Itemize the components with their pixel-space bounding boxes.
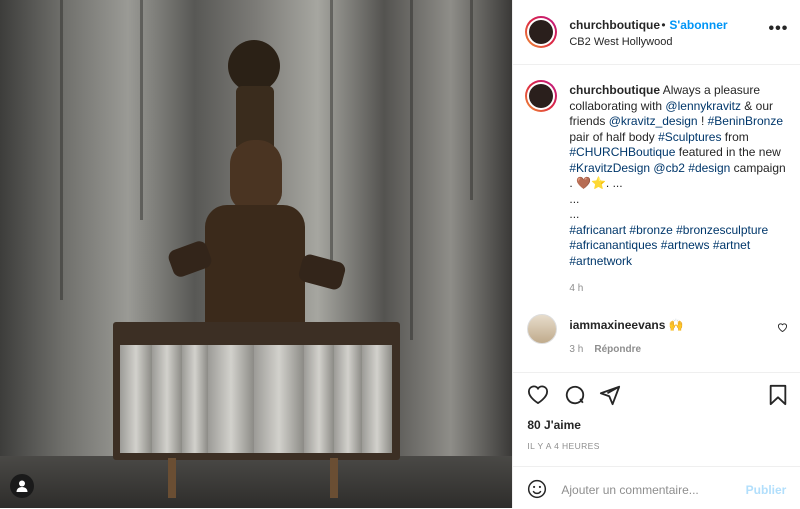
caption-line: churchboutique Always a pleasure xyxy=(569,83,793,99)
cabinet-panel xyxy=(362,345,392,453)
caption-text: from xyxy=(721,129,749,144)
cabinet-panel xyxy=(152,345,182,453)
likes-count[interactable]: 80 J'aime xyxy=(527,418,581,432)
hashtag-link[interactable]: #artnet xyxy=(713,238,750,252)
wall-streak xyxy=(140,0,143,220)
cabinet-panel xyxy=(254,345,304,453)
hashtag-link[interactable]: #artnetwork xyxy=(569,254,632,268)
sculpture-body xyxy=(205,205,305,335)
caption-text: collaborating with xyxy=(569,98,666,113)
comment-icon[interactable] xyxy=(564,384,586,406)
cabinet-panel xyxy=(334,345,362,453)
caption-text: ! xyxy=(697,114,708,128)
caption-text: & our xyxy=(740,98,773,113)
separator-dot: • xyxy=(661,18,666,32)
hashtag-link[interactable]: #KravitzDesign xyxy=(569,161,650,175)
caption-line: #artnetwork xyxy=(569,254,793,270)
sculpture-crown xyxy=(236,86,274,148)
tagged-users-button[interactable] xyxy=(10,474,34,498)
sculpture-face xyxy=(230,140,282,210)
caption-line: pair of half body #Sculptures from xyxy=(569,130,793,146)
caption-line: friends @kravitz_design ! #BeninBronze xyxy=(569,114,793,130)
hashtag-link[interactable]: #artnews xyxy=(661,238,710,252)
cabinet-panel xyxy=(208,345,254,453)
follow-button[interactable]: S'abonner xyxy=(669,18,727,32)
cabinet-leg xyxy=(168,458,176,498)
hashtag-link[interactable]: #CHURCHBoutique xyxy=(569,145,675,159)
post-sidebar: churchboutique • S'abonner CB2 West Holl… xyxy=(512,0,800,508)
reply-button[interactable]: Répondre xyxy=(594,344,641,355)
caption-text: . 🤎⭐. ... xyxy=(569,176,623,190)
floor xyxy=(0,456,513,508)
header-username[interactable]: churchboutique xyxy=(569,18,660,32)
caption-line: #KravitzDesign @cb2 #design campaign xyxy=(569,161,793,177)
comment-heart-icon[interactable] xyxy=(777,322,788,332)
publish-button[interactable]: Publier xyxy=(746,483,787,497)
caption-text: pair of half body xyxy=(569,129,659,144)
wall-streak xyxy=(330,0,333,260)
post-header: churchboutique • S'abonner CB2 West Holl… xyxy=(513,0,800,65)
caption-line: ... xyxy=(569,192,793,208)
profile-avatar[interactable] xyxy=(525,16,558,48)
comment-username[interactable]: iammaxineevans xyxy=(569,318,665,332)
mention-link[interactable]: @cb2 xyxy=(653,161,685,175)
hashtag-link[interactable]: #bronze xyxy=(629,223,672,237)
caption-timestamp[interactable]: 4 h xyxy=(569,283,583,294)
hashtag-link[interactable]: #design xyxy=(688,161,730,175)
caption-line: #CHURCHBoutique featured in the new xyxy=(569,145,793,161)
wall-streak xyxy=(60,0,63,300)
comment-text: 🙌 xyxy=(668,318,684,332)
caption-text: Always a pleasure xyxy=(662,83,761,97)
caption-line: #africanart #bronze #bronzesculpture xyxy=(569,223,793,239)
caption-avatar[interactable] xyxy=(525,80,558,112)
post-image[interactable] xyxy=(0,0,513,508)
commenter-avatar[interactable] xyxy=(527,314,558,344)
comment-input[interactable]: Ajouter un commentaire... xyxy=(561,483,698,497)
hashtag-link[interactable]: #Sculptures xyxy=(658,130,721,144)
user-icon xyxy=(16,480,28,492)
more-options-icon[interactable]: ••• xyxy=(769,20,789,38)
cabinet-panel xyxy=(304,345,334,453)
caption-text: friends xyxy=(569,114,609,128)
mention-link[interactable]: @kravitz_design xyxy=(609,114,698,128)
hashtag-link[interactable]: #africanart xyxy=(569,223,626,237)
mention-link[interactable]: @lennykravitz xyxy=(665,99,741,113)
sculpture-headdress xyxy=(228,40,280,92)
hashtag-link[interactable]: #BeninBronze xyxy=(708,114,783,128)
cabinet-leg xyxy=(330,458,338,498)
share-icon[interactable] xyxy=(599,384,621,406)
add-comment-bar: Ajouter un commentaire... Publier xyxy=(513,466,800,509)
instagram-post: churchboutique • S'abonner CB2 West Holl… xyxy=(0,0,800,508)
caption-text: featured in the new xyxy=(675,145,781,159)
cabinet-panel xyxy=(120,345,152,453)
post-age: IL Y A 4 HEURES xyxy=(527,441,600,451)
emoji-icon[interactable] xyxy=(527,479,547,499)
post-caption: churchboutique Always a pleasure collabo… xyxy=(569,83,793,269)
caption-text: campaign xyxy=(730,160,786,175)
caption-username[interactable]: churchboutique xyxy=(569,83,660,97)
caption-line: . 🤎⭐. ... xyxy=(569,176,793,192)
hashtag-link[interactable]: #bronzesculpture xyxy=(676,223,768,237)
heart-icon[interactable] xyxy=(527,384,549,404)
wall-streak xyxy=(470,0,473,200)
comment: iammaxineevans 🙌 xyxy=(569,318,683,332)
location-link[interactable]: CB2 West Hollywood xyxy=(569,36,672,48)
caption-line: collaborating with @lennykravitz & our xyxy=(569,99,793,115)
caption-line: #africanantiques #artnews #artnet xyxy=(569,238,793,254)
caption-line: ... xyxy=(569,207,793,223)
bookmark-icon[interactable] xyxy=(768,384,788,406)
comment-timestamp[interactable]: 3 h xyxy=(569,344,583,355)
cabinet-panel xyxy=(182,345,208,453)
caption-text: ... xyxy=(569,207,580,221)
wall-streak xyxy=(410,0,413,340)
caption-text: ... xyxy=(569,191,580,206)
hashtag-link[interactable]: #africanantiques xyxy=(569,238,657,252)
